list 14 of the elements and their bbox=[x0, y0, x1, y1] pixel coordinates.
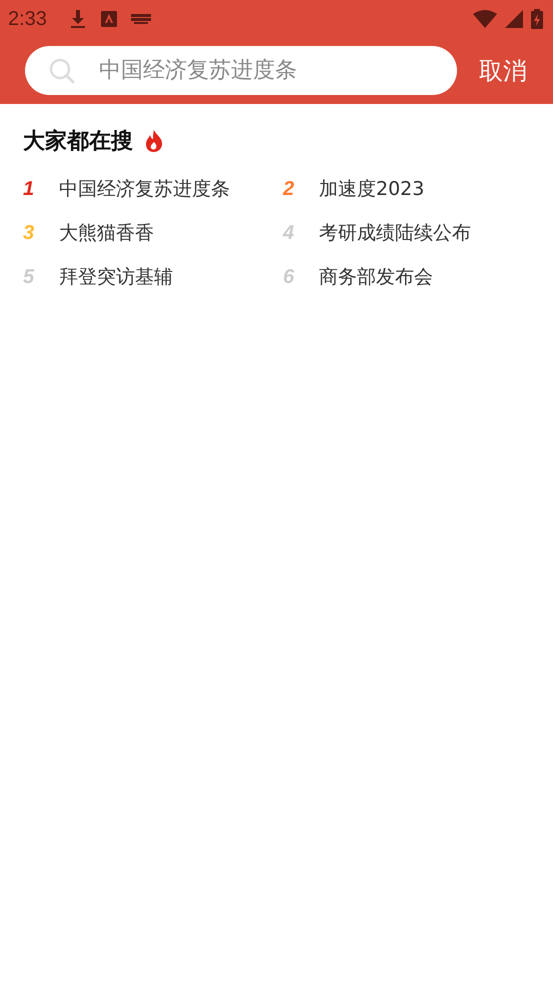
cancel-button[interactable]: 取消 bbox=[473, 54, 533, 86]
search-field[interactable]: 中国经济复苏进度条 bbox=[25, 46, 457, 95]
download-icon bbox=[68, 9, 87, 29]
keyboard-icon bbox=[130, 13, 151, 25]
trending-item[interactable]: 2 加速度2023 bbox=[283, 176, 543, 202]
wifi-icon bbox=[473, 10, 497, 28]
app-icon bbox=[100, 11, 117, 27]
trending-item[interactable]: 3 大熊猫香香 bbox=[23, 220, 283, 246]
signal-icon bbox=[505, 10, 523, 28]
section-title: 大家都在搜 bbox=[23, 128, 133, 156]
status-time: 2:33 bbox=[8, 8, 47, 30]
battery-icon bbox=[531, 9, 543, 29]
trending-item[interactable]: 1 中国经济复苏进度条 bbox=[23, 176, 283, 202]
flame-icon bbox=[145, 130, 163, 152]
